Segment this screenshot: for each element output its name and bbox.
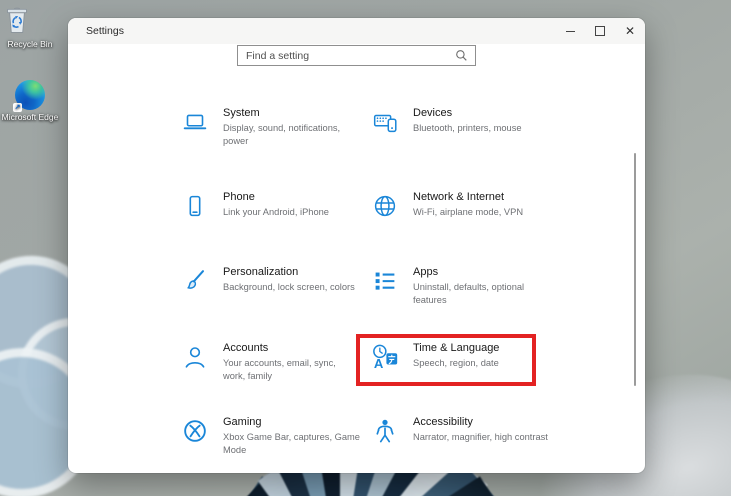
globe-icon [370,191,400,221]
paintbrush-icon [180,266,210,296]
person-icon [180,342,210,372]
desktop-icon-label: Recycle Bin [1,39,59,50]
tile-subtitle: Narrator, magnifier, high contrast [413,431,548,444]
tile-title: Apps [413,266,550,278]
recycle-bin-icon [1,3,59,37]
accessibility-person-icon [370,416,400,446]
svg-text:A: A [374,356,384,371]
search-input[interactable] [238,50,455,62]
maximize-icon [595,26,605,36]
tile-title: Network & Internet [413,191,523,203]
phone-icon [180,191,210,221]
apps-list-icon [370,266,400,296]
settings-tile-personalization[interactable]: Personalization Background, lock screen,… [180,265,360,296]
settings-tile-gaming[interactable]: Gaming Xbox Game Bar, captures, Game Mod… [180,415,360,457]
tile-subtitle: Bluetooth, printers, mouse [413,122,522,135]
tile-subtitle: Wi-Fi, airplane mode, VPN [413,206,523,219]
window-titlebar[interactable]: Settings ✕ [68,18,645,44]
tile-subtitle: Background, lock screen, colors [223,281,355,294]
tile-subtitle: Xbox Game Bar, captures, Game Mode [223,431,360,457]
minimize-icon [566,31,575,32]
tile-title: System [223,107,360,119]
tile-title: Devices [413,107,522,119]
tile-subtitle: Link your Android, iPhone [223,206,329,219]
search-icon [455,49,468,62]
settings-tile-time-language[interactable]: A Time & Language Speech, region, date [370,341,550,372]
edge-logo-icon: ↗ [15,80,45,110]
settings-tile-phone[interactable]: Phone Link your Android, iPhone [180,190,360,221]
scrollbar[interactable] [634,153,636,386]
xbox-icon [180,416,210,446]
tile-title: Time & Language [413,342,499,354]
tile-subtitle: Speech, region, date [413,357,499,370]
close-button[interactable]: ✕ [615,18,645,44]
settings-tile-devices[interactable]: Devices Bluetooth, printers, mouse [370,106,550,137]
window-title: Settings [86,25,124,37]
tile-subtitle: Display, sound, notifications, power [223,122,360,148]
settings-search-box [237,45,476,66]
close-icon: ✕ [625,25,635,37]
desktop-icon-label: Microsoft Edge [1,112,59,123]
settings-tile-accessibility[interactable]: Accessibility Narrator, magnifier, high … [370,415,550,446]
tile-subtitle: Uninstall, defaults, optional features [413,281,550,307]
window-controls: ✕ [555,18,645,44]
laptop-icon [180,107,210,137]
minimize-button[interactable] [555,18,585,44]
tile-title: Phone [223,191,329,203]
tile-subtitle: Your accounts, email, sync, work, family [223,357,360,383]
tile-title: Gaming [223,416,360,428]
settings-tile-apps[interactable]: Apps Uninstall, defaults, optional featu… [370,265,550,307]
tile-title: Accounts [223,342,360,354]
settings-tile-system[interactable]: System Display, sound, notifications, po… [180,106,360,148]
settings-window: Settings ✕ System Display, s [68,18,645,473]
maximize-button[interactable] [585,18,615,44]
tile-title: Personalization [223,266,355,278]
clock-language-icon: A [370,342,400,372]
desktop-icon-microsoft-edge[interactable]: ↗ Microsoft Edge [1,80,59,123]
settings-tile-network[interactable]: Network & Internet Wi-Fi, airplane mode,… [370,190,550,221]
settings-tile-accounts[interactable]: Accounts Your accounts, email, sync, wor… [180,341,360,383]
desktop-icon-recycle-bin[interactable]: Recycle Bin [1,3,59,50]
desktop: Recycle Bin ↗ Microsoft Edge Settings ✕ [0,0,731,496]
keyboard-icon [370,107,400,137]
shortcut-arrow-badge: ↗ [13,103,22,112]
tile-title: Accessibility [413,416,548,428]
